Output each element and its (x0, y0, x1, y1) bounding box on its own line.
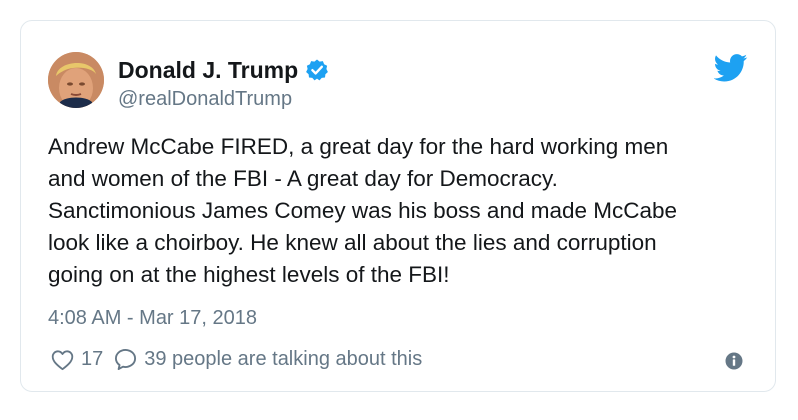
tweet-timestamp[interactable]: 4:08 AM - Mar 17, 2018 (48, 306, 257, 330)
heart-outline-icon (50, 348, 75, 372)
speech-bubble-icon (113, 347, 138, 372)
tweet-text-line: and women of the FBI - A great day for D… (48, 166, 558, 191)
tweet-text-line: Andrew McCabe FIRED, a great day for the… (48, 134, 669, 159)
verified-badge-icon (305, 58, 329, 82)
author-name[interactable]: Donald J. Trump (118, 56, 298, 84)
tweet-card[interactable]: Donald J. Trump @realDonaldTrump Andrew … (20, 20, 776, 392)
avatar[interactable] (48, 52, 104, 108)
author-handle[interactable]: @realDonaldTrump (118, 87, 292, 111)
like-count: 17 (81, 348, 104, 370)
tweet-text-line: Sanctimonious James Comey was his boss a… (48, 198, 678, 223)
info-circle-icon[interactable] (725, 352, 743, 370)
tweet-text: Andrew McCabe FIRED, a great day for the… (48, 131, 748, 291)
tweet-text-line: look like a choirboy. He knew all about … (48, 230, 657, 255)
like-button[interactable]: 17 (50, 348, 113, 372)
reply-button[interactable]: 39 people are talking about this (113, 347, 422, 372)
tweet-text-line: going on at the highest levels of the FB… (48, 262, 450, 287)
tweet-actions: 17 39 people are talking about this (50, 347, 422, 372)
talking-count: 39 people are talking about this (144, 348, 423, 370)
twitter-bird-icon[interactable] (713, 54, 748, 82)
author-row: Donald J. Trump (118, 56, 329, 84)
